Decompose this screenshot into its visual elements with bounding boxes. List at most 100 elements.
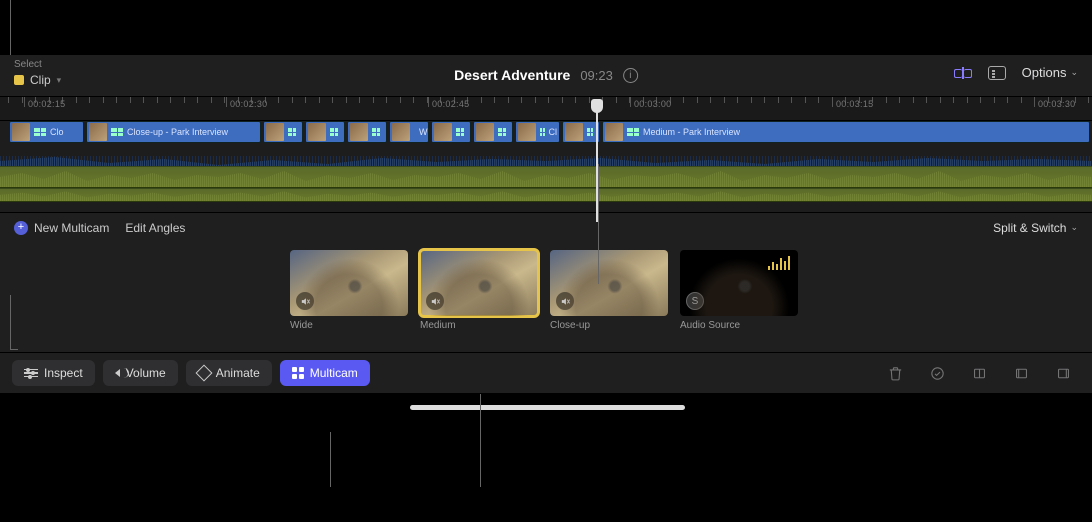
angle-audio[interactable]: S Audio Source <box>680 250 798 352</box>
callout-leader <box>598 164 599 284</box>
timeline-clip[interactable]: Close-up - Park Interview <box>86 121 261 143</box>
timeline-clip[interactable] <box>562 121 600 143</box>
angle-video[interactable]: Medium <box>420 250 538 352</box>
new-multicam-label: New Multicam <box>34 221 109 235</box>
angle-video[interactable]: Wide <box>290 250 408 352</box>
playhead-handle[interactable] <box>591 99 603 113</box>
angle-name: Close-up <box>550 320 668 331</box>
angle-video[interactable]: Close-up <box>550 250 668 352</box>
angle-name: Audio Source <box>680 320 798 331</box>
multicam-badge-icon <box>414 128 415 136</box>
clip-label: Close-up - Park Interview <box>127 127 228 137</box>
multicam-badge-icon <box>456 128 464 136</box>
angle-thumbnail[interactable] <box>420 250 538 316</box>
clip-label: W <box>419 127 428 137</box>
clip-label: Cl <box>549 127 558 137</box>
multicam-grid-icon <box>292 367 304 379</box>
horizontal-scrollbar[interactable] <box>410 405 685 410</box>
info-icon[interactable]: i <box>623 68 638 83</box>
editor-header: Select Clip ▾ Desert Adventure 09:23 i O… <box>0 55 1092 97</box>
timeline-clip[interactable]: W <box>389 121 429 143</box>
multicam-badge-icon <box>498 128 506 136</box>
new-multicam-button[interactable]: + New Multicam <box>14 221 109 235</box>
chevron-down-icon: ▾ <box>57 75 62 86</box>
timeline-clip[interactable]: Medium - Park Interview <box>602 121 1090 143</box>
angle-name: Wide <box>290 320 408 331</box>
project-time: 09:23 <box>580 68 613 83</box>
video-track[interactable]: Clo Close-up - Park Interview W Cl Medium - … <box>0 121 1092 156</box>
ruler-timecode: 00:02:15 <box>28 99 65 109</box>
mute-icon[interactable] <box>556 292 574 310</box>
edit-angles-button[interactable]: Edit Angles <box>125 221 185 235</box>
timeline-clip[interactable] <box>347 121 387 143</box>
mute-icon[interactable] <box>426 292 444 310</box>
volume-button[interactable]: Volume <box>103 360 178 386</box>
angle-thumbnail[interactable] <box>290 250 408 316</box>
animate-button[interactable]: Animate <box>186 360 272 386</box>
callout-leader <box>330 432 331 487</box>
options-menu[interactable]: Options ⌄ <box>1022 65 1078 80</box>
multicam-badge-icon <box>34 128 46 136</box>
multicam-badge-icon <box>627 128 639 136</box>
angle-thumbnail[interactable]: S <box>680 250 798 316</box>
keyframe-icon <box>195 365 212 382</box>
inspect-button[interactable]: Inspect <box>12 360 95 386</box>
select-mode-swatch <box>14 75 24 85</box>
timeline-ruler[interactable]: 00:02:1500:02:3000:02:4500:03:0000:03:15… <box>0 97 1092 121</box>
audio-source-icon: S <box>686 292 704 310</box>
ruler-timecode: 00:03:15 <box>836 99 873 109</box>
multicam-badge-icon <box>540 128 545 136</box>
plus-icon: + <box>14 221 28 235</box>
select-mode-label: Clip <box>30 73 51 87</box>
delete-button[interactable] <box>878 360 912 386</box>
multicam-badge-icon <box>288 128 296 136</box>
clip-label: Medium - Park Interview <box>643 127 740 137</box>
timeline-clip[interactable] <box>305 121 345 143</box>
timeline-clip[interactable]: Clo <box>9 121 84 143</box>
audio-track[interactable] <box>0 166 1092 188</box>
volume-label: Volume <box>126 366 166 380</box>
angle-viewer: Wide Medium Close-up S Audio Source <box>0 242 1092 352</box>
audio-meter-icon <box>768 256 790 270</box>
timeline-clip[interactable] <box>473 121 513 143</box>
select-mode-caption: Select <box>14 59 42 70</box>
chevron-down-icon: ⌄ <box>1070 67 1078 78</box>
select-mode-picker[interactable]: Clip ▾ <box>14 73 61 87</box>
snapping-icon[interactable] <box>954 66 972 80</box>
options-label: Options <box>1022 65 1067 80</box>
timeline-index-icon[interactable] <box>988 66 1006 80</box>
multicam-toolbar: + New Multicam Edit Angles Split & Switc… <box>0 212 1092 242</box>
angle-thumbnail[interactable] <box>550 250 668 316</box>
multicam-badge-icon <box>587 128 593 136</box>
inspect-label: Inspect <box>44 366 83 380</box>
ruler-timecode: 00:02:30 <box>230 99 267 109</box>
approve-button[interactable] <box>920 360 954 386</box>
split-switch-label: Split & Switch <box>993 221 1066 235</box>
split-switch-menu[interactable]: Split & Switch ⌄ <box>993 221 1078 235</box>
timeline-clip[interactable] <box>431 121 471 143</box>
multicam-badge-icon <box>372 128 380 136</box>
multicam-button[interactable]: Multicam <box>280 360 370 386</box>
clip-label: Clo <box>50 127 64 137</box>
callout-leader <box>480 394 481 487</box>
video-clip-waveform <box>0 156 1092 166</box>
trim-both-icon[interactable] <box>962 360 996 386</box>
project-title: Desert Adventure <box>454 67 570 83</box>
trim-end-icon[interactable] <box>1046 360 1080 386</box>
timeline-clip[interactable]: Cl <box>515 121 560 143</box>
volume-icon <box>115 369 120 377</box>
multicam-label: Multicam <box>310 366 358 380</box>
chevron-down-icon: ⌄ <box>1070 222 1078 233</box>
timeline-clip[interactable] <box>263 121 303 143</box>
mute-icon[interactable] <box>296 292 314 310</box>
multicam-badge-icon <box>111 128 123 136</box>
sliders-icon <box>24 369 38 378</box>
angle-name: Medium <box>420 320 538 331</box>
callout-leader <box>10 0 11 55</box>
multicam-badge-icon <box>330 128 338 136</box>
animate-label: Animate <box>216 366 260 380</box>
trim-start-icon[interactable] <box>1004 360 1038 386</box>
ruler-timecode: 00:02:45 <box>432 99 469 109</box>
audio-track[interactable] <box>0 188 1092 202</box>
callout-leader <box>10 295 11 350</box>
